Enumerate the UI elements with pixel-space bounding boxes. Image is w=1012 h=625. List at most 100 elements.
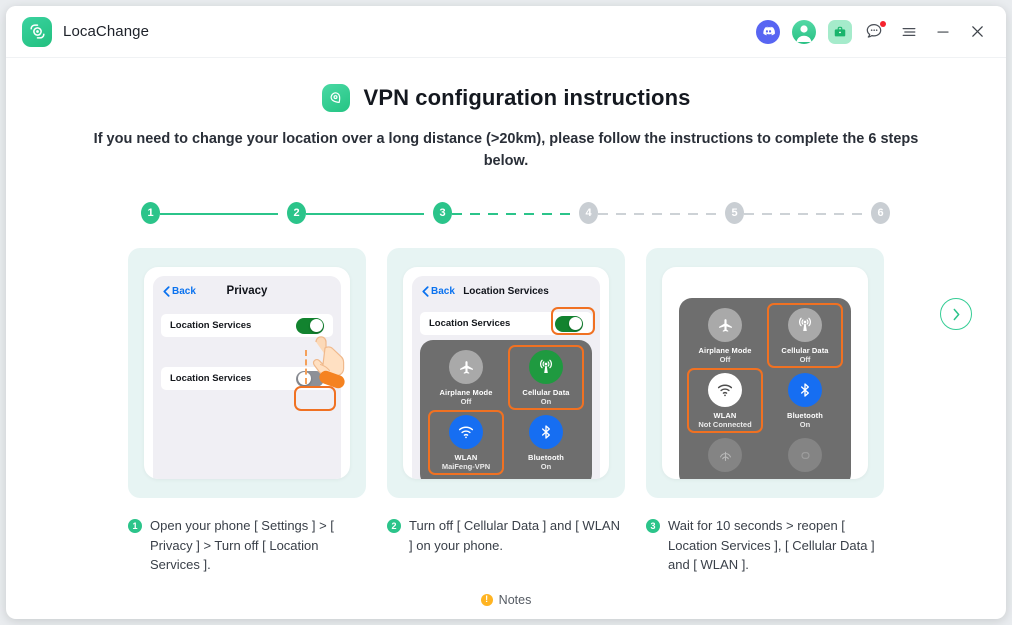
briefcase-icon[interactable] [828, 19, 852, 44]
page-subtitle: If you need to change your location over… [93, 131, 919, 169]
caption-text-1: Open your phone [ Settings ] > [ Privacy… [150, 518, 334, 572]
chevron-left-icon [422, 285, 429, 297]
caption-number-1: 1 [128, 519, 142, 533]
airplane-icon [708, 308, 742, 342]
title-row: VPN configuration instructions [6, 84, 1006, 112]
back-button-1[interactable]: Back [163, 286, 196, 297]
step-indicator-5[interactable]: 5 [725, 202, 744, 224]
highlight-box-cellular-3 [767, 303, 843, 368]
cc-item-airplane-3[interactable]: Airplane Mode Off [685, 308, 765, 364]
step-label-3: 3 [439, 207, 446, 219]
ios-nav-bar-1: Back Privacy [153, 276, 341, 306]
page-title: VPN configuration instructions [363, 85, 691, 110]
control-center-panel-3: Airplane Mode Off Cellular Data Off WLAN… [679, 298, 851, 479]
ios-row-label-a: Location Services [170, 320, 252, 331]
caption-text-3: Wait for 10 seconds > reopen [ Location … [668, 518, 875, 572]
step-label-6: 6 [877, 207, 884, 219]
back-label-2: Back [431, 285, 455, 297]
step-connector-1-2 [160, 213, 278, 215]
phone-mockup-3: Airplane Mode Off Cellular Data Off WLAN… [662, 267, 868, 479]
close-icon[interactable] [966, 21, 988, 43]
highlight-box-cellular-2 [508, 345, 584, 410]
cc-state-bluetooth-3: On [799, 420, 811, 429]
cc-state-airplane-2: Off [460, 397, 472, 406]
step-label-5: 5 [731, 207, 738, 219]
cc-item-hotspot-3[interactable] [765, 438, 845, 472]
phone-mockup-2: Back Location Services Location Services [403, 267, 609, 479]
notes-label[interactable]: Notes [499, 593, 532, 607]
step-indicator-2[interactable]: 2 [287, 202, 306, 224]
chevron-left-icon [163, 285, 170, 297]
highlight-box-toggle-off [294, 386, 336, 411]
step-connector-4-5 [598, 213, 716, 215]
notification-dot [880, 20, 886, 27]
chat-bubble-icon[interactable] [864, 20, 886, 43]
user-avatar-icon[interactable] [792, 19, 816, 44]
personal-hotspot-icon [788, 438, 822, 472]
titlebar-actions [756, 19, 988, 44]
warning-icon: ! [480, 593, 493, 606]
step-connector-3-4 [452, 213, 570, 215]
control-center-panel-2: Airplane Mode Off Cellular Data On WLAN … [420, 340, 592, 479]
step-progress-bar: 1 2 3 4 5 6 [132, 202, 890, 226]
location-services-toggle-off[interactable] [296, 370, 324, 387]
highlight-box-wlan-2 [428, 410, 504, 475]
caption-3: 3 Wait for 10 seconds > reopen [ Locatio… [646, 516, 884, 575]
location-services-toggle-on[interactable] [296, 317, 324, 334]
cc-name-airplane-3: Airplane Mode [698, 346, 752, 355]
minimize-icon[interactable] [932, 21, 954, 43]
instruction-card-1: Back Privacy Location Services Location … [128, 248, 366, 498]
caption-2: 2 Turn off [ Cellular Data ] and [ WLAN … [387, 516, 625, 575]
step-indicator-6[interactable]: 6 [871, 202, 890, 224]
cc-item-airplane-2[interactable]: Airplane Mode Off [426, 350, 506, 406]
step-indicator-4[interactable]: 4 [579, 202, 598, 224]
menu-icon[interactable] [898, 21, 920, 43]
cc-name-bluetooth-2: Bluetooth [528, 453, 564, 462]
instruction-card-2: Back Location Services Location Services [387, 248, 625, 498]
airdrop-icon [708, 438, 742, 472]
cc-item-bluetooth-3[interactable]: Bluetooth On [765, 373, 845, 429]
instruction-cards: Back Privacy Location Services Location … [56, 248, 972, 498]
caption-row: 1 Open your phone [ Settings ] > [ Priva… [56, 516, 956, 575]
phone-mockup-1: Back Privacy Location Services Location … [144, 267, 350, 479]
notes-row[interactable]: ! Notes [6, 593, 1006, 607]
step-indicator-1[interactable]: 1 [141, 202, 160, 224]
caption-number-3: 3 [646, 519, 660, 533]
cc-state-bluetooth-2: On [540, 462, 552, 471]
guide-dashed-line [305, 350, 307, 384]
caption-text-2: Turn off [ Cellular Data ] and [ WLAN ] … [409, 518, 620, 553]
ios-nav-bar-2: Back Location Services [412, 276, 600, 306]
app-window: LocaChange VPN configuration instruction… [6, 6, 1006, 619]
brand: LocaChange [22, 16, 149, 47]
chevron-right-icon [953, 308, 959, 320]
discord-icon[interactable] [756, 19, 780, 44]
cc-item-bluetooth-2[interactable]: Bluetooth On [506, 415, 586, 471]
cc-item-cellular-3[interactable]: Cellular Data Off [765, 303, 845, 368]
step-label-4: 4 [585, 207, 592, 219]
cc-item-cellular-2[interactable]: Cellular Data On [506, 345, 586, 410]
step-label-1: 1 [147, 207, 154, 219]
locachange-logo-icon [22, 16, 52, 47]
back-button-2[interactable]: Back [422, 286, 455, 297]
rocket-icon [321, 84, 350, 112]
cc-state-airplane-3: Off [719, 355, 731, 364]
ios-screen-control-center: Airplane Mode Off Cellular Data Off WLAN… [671, 276, 859, 479]
bluetooth-icon [529, 415, 563, 449]
bluetooth-icon [788, 373, 822, 407]
ios-row-location-services-a[interactable]: Location Services [161, 314, 333, 337]
ios-row-label-2: Location Services [429, 318, 511, 329]
next-step-button[interactable] [940, 298, 972, 330]
ios-screen-location-services: Back Location Services Location Services [412, 276, 600, 479]
page-header: VPN configuration instructions If you ne… [6, 58, 1006, 172]
cc-name-bluetooth-3: Bluetooth [787, 411, 823, 420]
cc-item-airdrop-3[interactable] [685, 438, 765, 472]
back-label-1: Back [172, 285, 196, 297]
caption-1: 1 Open your phone [ Settings ] > [ Priva… [128, 516, 366, 575]
step-indicator-3[interactable]: 3 [433, 202, 452, 224]
step-connector-5-6 [744, 213, 862, 215]
step-connector-2-3 [306, 213, 424, 215]
title-bar: LocaChange [6, 6, 1006, 58]
instruction-card-3: Airplane Mode Off Cellular Data Off WLAN… [646, 248, 884, 498]
cc-item-wlan-2[interactable]: WLAN MaiFeng-VPN [426, 410, 506, 475]
cc-item-wlan-3[interactable]: WLAN Not Connected [685, 368, 765, 433]
